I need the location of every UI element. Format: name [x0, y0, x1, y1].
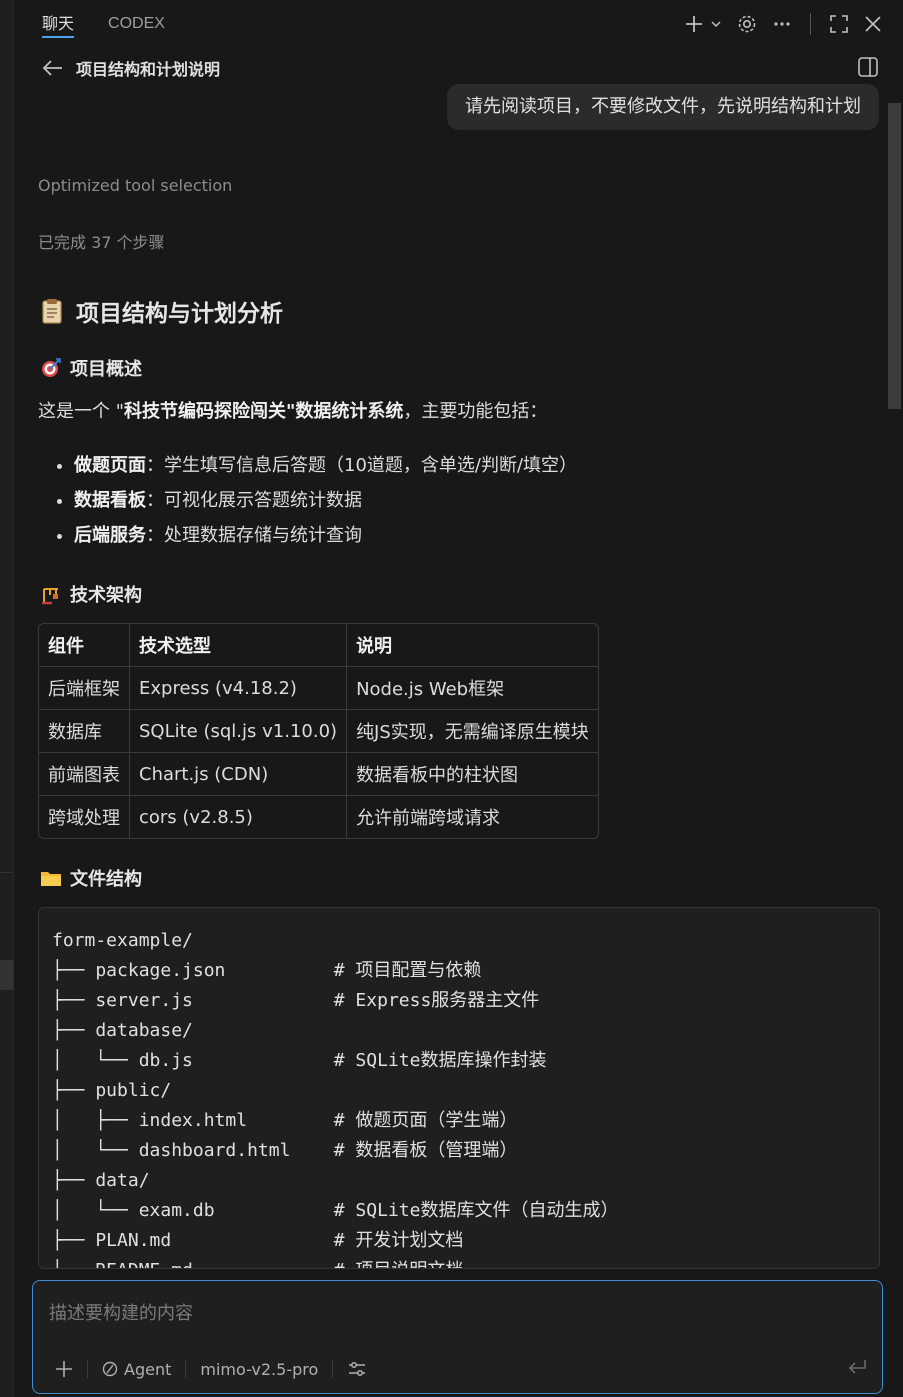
chevron-down-icon [711, 21, 721, 28]
toolbar-divider [185, 1360, 187, 1378]
table-cell: Chart.js (CDN) [130, 753, 348, 796]
table-cell: 数据库 [39, 710, 130, 753]
architecture-heading: 技术架构 [40, 581, 142, 607]
code-line: │ └── db.js # SQLite数据库操作封装 [52, 1050, 547, 1071]
table-cell: SQLite (sql.js v1.10.0) [130, 710, 348, 753]
table-cell: cors (v2.8.5) [130, 796, 348, 838]
table-cell: 后端框架 [39, 667, 130, 710]
table-row: 前端图表 Chart.js (CDN) 数据看板中的柱状图 [39, 753, 598, 796]
header-divider [810, 13, 811, 35]
code-line: └── README.md # 项目说明文档 [52, 1260, 463, 1268]
close-icon[interactable] [863, 14, 883, 34]
target-icon [42, 358, 61, 377]
left-panel-edge [0, 0, 14, 1397]
tech-stack-table: 组件 技术选型 说明 后端框架 Express (v4.18.2) Node.j… [38, 623, 599, 839]
intro-paragraph: 这是一个 "科技节编码探险闯关"数据统计系统，主要功能包括： [38, 401, 548, 422]
table-cell: Express (v4.18.2) [130, 667, 348, 710]
sliders-icon [349, 1362, 366, 1376]
answer-heading: 项目结构与计划分析 [40, 294, 283, 328]
code-line: ├── package.json # 项目配置与依赖 [52, 960, 482, 981]
toggle-sidebar-icon[interactable] [857, 56, 879, 78]
tools-config-button[interactable] [339, 1355, 375, 1383]
table-row: 数据库 SQLite (sql.js v1.10.0) 纯JS实现，无需编译原生… [39, 710, 598, 753]
gear-icon[interactable] [736, 13, 758, 35]
table-cell: 数据看板中的柱状图 [347, 753, 598, 796]
toolbar-divider [87, 1360, 88, 1378]
plus-icon [686, 16, 702, 32]
table-row: 后端框架 Express (v4.18.2) Node.js Web框架 [39, 667, 598, 710]
code-line: ├── public/ [52, 1080, 172, 1101]
code-line: form-example/ [52, 930, 193, 951]
list-item: 做题页面：学生填写信息后答题（10道题，含单选/判断/填空） [74, 452, 577, 487]
list-item: 数据看板：可视化展示答题统计数据 [74, 487, 577, 522]
code-line: ├── database/ [52, 1020, 193, 1041]
table-cell: 允许前端跨域请求 [356, 808, 501, 829]
code-line: ├── data/ [52, 1170, 150, 1191]
plus-icon [56, 1361, 72, 1377]
add-context-button[interactable] [47, 1355, 81, 1383]
steps-status[interactable]: 已完成 37 个步骤 [38, 229, 165, 253]
table-cell: 纯JS实现，无需编译原生模块 [347, 710, 598, 753]
feature-list: 做题页面：学生填写信息后答题（10道题，含单选/判断/填空） 数据看板：可视化展… [38, 452, 577, 557]
model-picker[interactable]: mimo-v2.5-pro [192, 1355, 326, 1383]
user-message: 请先阅读项目，不要修改文件，先说明结构和计划 [447, 84, 879, 130]
table-cell: 前端图表 [39, 753, 130, 796]
agent-mode-picker[interactable]: Agent [94, 1355, 179, 1383]
model-label: mimo-v2.5-pro [200, 1359, 319, 1379]
tool-status[interactable]: Optimized tool selection [38, 176, 232, 195]
scrollbar-thumb[interactable] [888, 103, 901, 409]
tab-chat[interactable]: 聊天 [42, 0, 75, 48]
file-tree-code-block[interactable]: form-example/ ├── package.json # 项目配置与依赖… [38, 907, 880, 1269]
folder-icon [41, 872, 61, 886]
construction-icon [42, 588, 58, 605]
code-line: │ └── exam.db # SQLite数据库文件（自动生成） [52, 1200, 619, 1221]
conversation-title: 项目结构和计划说明 [76, 60, 221, 79]
chat-input[interactable] [49, 1303, 649, 1324]
column-header: 说明 [347, 624, 598, 667]
agent-mode-label: Agent [124, 1359, 172, 1379]
input-toolbar: Agent mimo-v2.5-pro [47, 1355, 375, 1383]
code-line: ├── server.js # Express服务器主文件 [52, 990, 540, 1011]
more-icon[interactable] [772, 14, 792, 34]
list-item: 后端服务：处理数据存储与统计查询 [74, 522, 577, 557]
table-cell: Node.js Web框架 [347, 667, 598, 710]
overview-heading: 项目概述 [40, 355, 142, 381]
clipboard-icon [42, 299, 62, 324]
toolbar-divider [332, 1360, 334, 1378]
files-heading: 文件结构 [40, 865, 142, 891]
conversation-title-bar: 项目结构和计划说明 [42, 54, 220, 82]
code-line: │ └── dashboard.html # 数据看板（管理端） [52, 1140, 518, 1161]
new-chat-button[interactable] [684, 14, 722, 34]
table-row: 跨域处理 cors (v2.8.5) 允许前端跨域请求 [39, 796, 598, 838]
code-line: │ ├── index.html # 做题页面（学生端） [52, 1110, 518, 1131]
send-icon[interactable] [846, 1357, 868, 1377]
back-arrow-icon[interactable] [42, 59, 64, 77]
code-line: ├── PLAN.md # 开发计划文档 [52, 1230, 464, 1251]
agent-icon [102, 1361, 118, 1377]
table-header-row: 组件 技术选型 说明 [39, 624, 598, 667]
column-header: 技术选型 [130, 624, 348, 667]
maximize-icon[interactable] [829, 14, 849, 34]
column-header: 组件 [39, 624, 130, 667]
chat-panel-tabs: 聊天 CODEX [42, 0, 165, 48]
table-cell: 跨域处理 [39, 796, 130, 838]
tab-codex[interactable]: CODEX [108, 0, 165, 48]
chat-input-box: Agent mimo-v2.5-pro [32, 1280, 883, 1394]
header-actions [684, 8, 883, 40]
